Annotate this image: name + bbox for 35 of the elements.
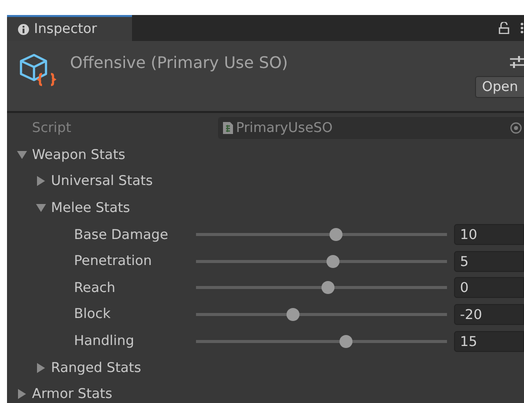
inspector-tab[interactable]: Inspector xyxy=(7,15,132,41)
slider-thumb[interactable] xyxy=(322,281,334,294)
property-label: Handling xyxy=(74,333,134,350)
property-label: Penetration xyxy=(74,253,152,270)
number-field[interactable]: 15 xyxy=(454,330,524,352)
foldout-label[interactable]: Weapon Stats xyxy=(32,146,126,163)
property-label: Block xyxy=(74,306,111,322)
property-label: Reach xyxy=(74,280,116,296)
caret-icon[interactable] xyxy=(36,362,46,373)
kebab-menu-icon[interactable] xyxy=(520,22,524,34)
caret-icon[interactable] xyxy=(36,203,46,214)
script-file-icon xyxy=(223,122,233,134)
slider-thumb[interactable] xyxy=(326,254,340,268)
foldout-label[interactable]: Armor Stats xyxy=(32,386,112,402)
property-label: Script xyxy=(32,120,72,136)
object-title: Offensive (Primary Use SO) xyxy=(70,53,288,74)
lock-icon[interactable] xyxy=(498,22,510,34)
caret-icon[interactable] xyxy=(36,176,46,186)
number-field[interactable]: -20 xyxy=(454,304,524,325)
slider-thumb[interactable] xyxy=(339,334,352,348)
foldout-label[interactable]: Melee Stats xyxy=(51,200,130,216)
slider-thumb[interactable] xyxy=(286,308,300,321)
foldout-label[interactable]: Universal Stats xyxy=(51,173,153,190)
caret-icon[interactable] xyxy=(17,150,27,160)
caret-icon[interactable] xyxy=(17,389,27,400)
number-field[interactable]: 0 xyxy=(454,277,524,298)
slider-thumb[interactable] xyxy=(329,228,342,242)
number-field[interactable]: 10 xyxy=(454,224,524,246)
foldout-label[interactable]: Ranged Stats xyxy=(51,360,142,376)
info-icon xyxy=(18,24,29,34)
property-label: Base Damage xyxy=(74,226,168,243)
object-picker-icon[interactable] xyxy=(510,122,522,134)
number-field[interactable]: 5 xyxy=(454,250,524,272)
settings-sliders-icon[interactable] xyxy=(510,56,524,68)
open-button[interactable]: Open xyxy=(474,76,524,98)
